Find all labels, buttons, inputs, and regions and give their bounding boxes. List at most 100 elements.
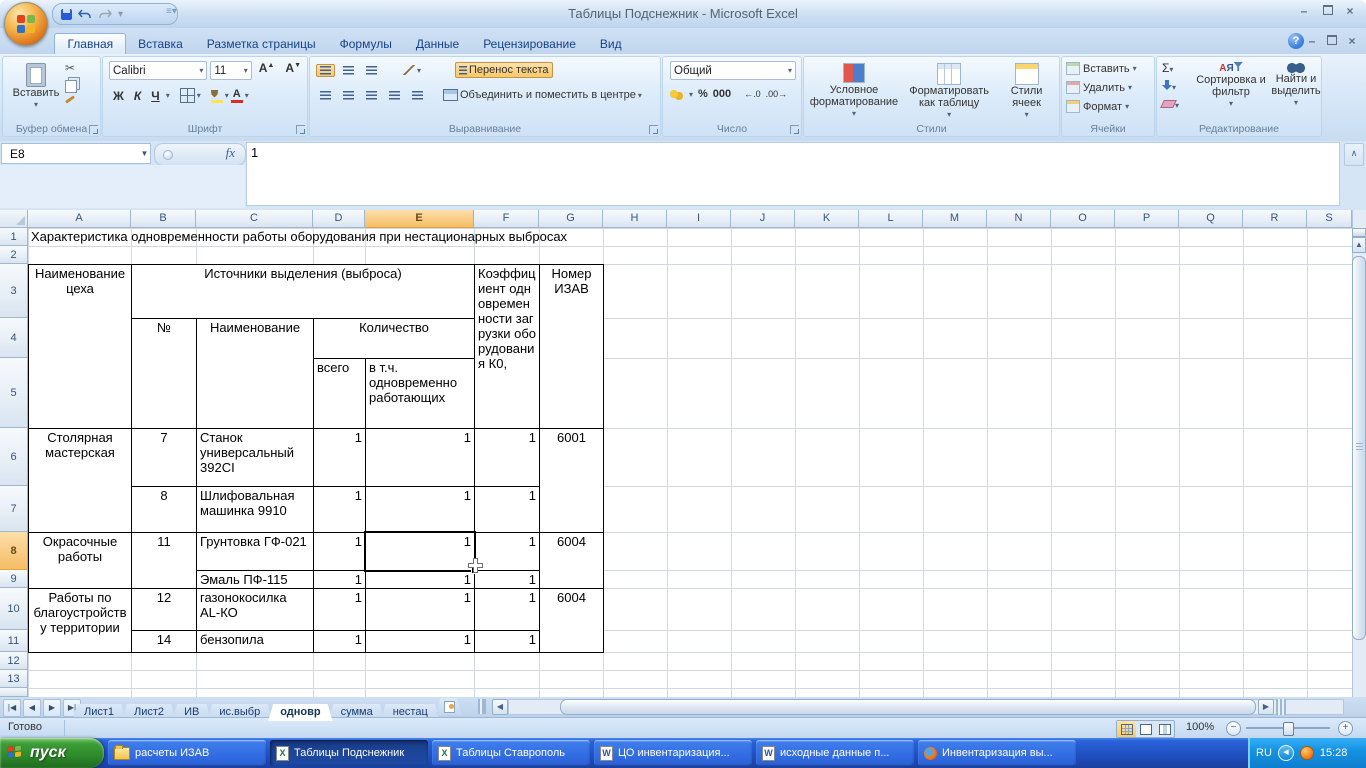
- align-left-button[interactable]: [316, 89, 335, 102]
- comma-style-button[interactable]: 000: [713, 88, 731, 100]
- shrink-font-button[interactable]: A▼: [281, 61, 305, 80]
- cell-B8[interactable]: 11: [131, 532, 197, 589]
- cell-E7[interactable]: 1: [365, 486, 475, 533]
- column-header-O[interactable]: O: [1051, 210, 1115, 228]
- column-header-L[interactable]: L: [859, 210, 923, 228]
- close-button[interactable]: ×: [1340, 5, 1360, 20]
- column-header-D[interactable]: D: [313, 210, 365, 228]
- cell-D4[interactable]: Количество: [313, 318, 475, 359]
- cell-D8[interactable]: 1: [313, 532, 366, 571]
- cell-E9[interactable]: 1: [365, 570, 475, 589]
- decrease-decimal-button[interactable]: .00→: [766, 89, 788, 99]
- cell-D7[interactable]: 1: [313, 486, 366, 533]
- minimize-button[interactable]: –: [1294, 5, 1314, 20]
- workbook-restore-button[interactable]: [1322, 35, 1342, 50]
- orientation-button[interactable]: ▾: [399, 63, 425, 77]
- row-header-11[interactable]: 11: [0, 630, 28, 652]
- row-header-8[interactable]: 8: [0, 532, 28, 570]
- cell-B3[interactable]: Источники выделения (выброса): [131, 264, 475, 319]
- insert-worksheet-tab[interactable]: [436, 698, 462, 715]
- cell-C9[interactable]: Эмаль ПФ-115: [196, 570, 314, 589]
- cell-C6[interactable]: Станок универсальный 392CI: [196, 428, 314, 487]
- start-button[interactable]: пуск: [0, 738, 104, 768]
- number-dialog-launcher[interactable]: [790, 125, 799, 134]
- cell-B6[interactable]: 7: [131, 428, 197, 487]
- row-header-9[interactable]: 9: [0, 570, 28, 588]
- increase-decimal-button[interactable]: ←.0: [744, 89, 761, 99]
- cell-G6[interactable]: 6001: [539, 428, 604, 533]
- column-header-F[interactable]: F: [474, 210, 539, 228]
- borders-icon[interactable]: [180, 88, 195, 103]
- cell-G10[interactable]: 6004: [539, 588, 604, 653]
- row-header-7[interactable]: 7: [0, 486, 28, 532]
- column-header-M[interactable]: M: [923, 210, 987, 228]
- cell-F9[interactable]: 1: [474, 570, 540, 589]
- cut-icon[interactable]: ✂: [65, 61, 77, 75]
- clipboard-dialog-launcher[interactable]: [89, 125, 98, 134]
- taskbar-button-5[interactable]: Инвентаризация вы...: [918, 740, 1076, 766]
- cell-B4[interactable]: №: [131, 318, 197, 429]
- column-header-B[interactable]: B: [131, 210, 196, 228]
- column-header-I[interactable]: I: [667, 210, 731, 228]
- formula-input[interactable]: 1: [246, 142, 1340, 206]
- cell-A8[interactable]: Окрасочные работы: [28, 532, 132, 589]
- align-bottom-button[interactable]: [362, 64, 381, 77]
- row-header-12[interactable]: 12: [0, 652, 28, 670]
- cell-E5[interactable]: в т.ч. одновременно работающих: [365, 358, 475, 429]
- cell-F6[interactable]: 1: [474, 428, 540, 487]
- cell-D10[interactable]: 1: [313, 588, 366, 631]
- vertical-split-handle[interactable]: [1352, 228, 1366, 237]
- ribbon-tab-1[interactable]: Вставка: [126, 34, 195, 55]
- row-header-3[interactable]: 3: [0, 264, 28, 318]
- tray-collapse-icon[interactable]: ◀: [1278, 745, 1294, 761]
- column-header-S[interactable]: S: [1307, 210, 1352, 228]
- normal-view-button[interactable]: [1117, 721, 1136, 737]
- cell-A6[interactable]: Столярная мастерская: [28, 428, 132, 533]
- cell-C11[interactable]: бензопила: [196, 630, 314, 653]
- underline-button[interactable]: Ч: [147, 89, 163, 103]
- cell-A10[interactable]: Работы по благоустройству территории: [28, 588, 132, 653]
- font-size-combo[interactable]: 11▾: [210, 61, 251, 80]
- cell-C8[interactable]: Грунтовка ГФ-021: [196, 532, 314, 571]
- font-color-button[interactable]: А: [231, 88, 243, 103]
- scroll-left-button[interactable]: ◀: [492, 699, 508, 715]
- page-layout-view-button[interactable]: [1136, 721, 1155, 737]
- row-header-4[interactable]: 4: [0, 318, 28, 358]
- cell-D6[interactable]: 1: [313, 428, 366, 487]
- cell-D9[interactable]: 1: [313, 570, 366, 589]
- align-center-button[interactable]: [339, 89, 358, 102]
- column-header-H[interactable]: H: [603, 210, 667, 228]
- page-break-view-button[interactable]: [1155, 721, 1174, 737]
- decrease-indent-button[interactable]: [385, 89, 404, 102]
- ribbon-tab-0[interactable]: Главная: [54, 33, 126, 55]
- cell-G8[interactable]: 6004: [539, 532, 604, 589]
- wrap-text-button[interactable]: Перенос текста: [455, 62, 553, 78]
- clear-button[interactable]: ▾: [1162, 97, 1179, 111]
- horizontal-scroll-thumb[interactable]: [560, 699, 1256, 715]
- cell-G3[interactable]: Номер ИЗАВ: [539, 264, 604, 429]
- tab-scrollbar-splitter[interactable]: [478, 699, 486, 714]
- taskbar-button-4[interactable]: Wисходные данные п...: [756, 740, 914, 766]
- align-top-button[interactable]: [316, 64, 335, 77]
- increase-indent-button[interactable]: [408, 89, 427, 102]
- column-header-P[interactable]: P: [1115, 210, 1179, 228]
- language-indicator[interactable]: RU: [1256, 747, 1272, 759]
- row-header-partial[interactable]: [0, 688, 28, 697]
- cell-C10[interactable]: газонокосилка AL-КО: [196, 588, 314, 631]
- taskbar-button-1[interactable]: XТаблицы Подснежник: [270, 740, 428, 766]
- bold-button[interactable]: Ж: [109, 89, 128, 103]
- taskbar-button-2[interactable]: XТаблицы Ставрополь: [432, 740, 590, 766]
- row-header-6[interactable]: 6: [0, 428, 28, 486]
- cell-F11[interactable]: 1: [474, 630, 540, 653]
- underline-dropdown-icon[interactable]: ▾: [166, 91, 170, 100]
- find-select-button[interactable]: Найти и выделить▾: [1265, 60, 1327, 111]
- cell-B10[interactable]: 12: [131, 588, 197, 631]
- merge-center-button[interactable]: Объединить и поместить в центре▾: [439, 87, 646, 103]
- cell-F10[interactable]: 1: [474, 588, 540, 631]
- office-button[interactable]: [4, 2, 48, 46]
- cell-C7[interactable]: Шлифовальная машинка 9910: [196, 486, 314, 533]
- cell-styles-button[interactable]: Стили ячеек▾: [996, 61, 1057, 123]
- zoom-slider-thumb[interactable]: [1283, 722, 1294, 736]
- column-header-N[interactable]: N: [987, 210, 1051, 228]
- cell-B7[interactable]: 8: [131, 486, 197, 533]
